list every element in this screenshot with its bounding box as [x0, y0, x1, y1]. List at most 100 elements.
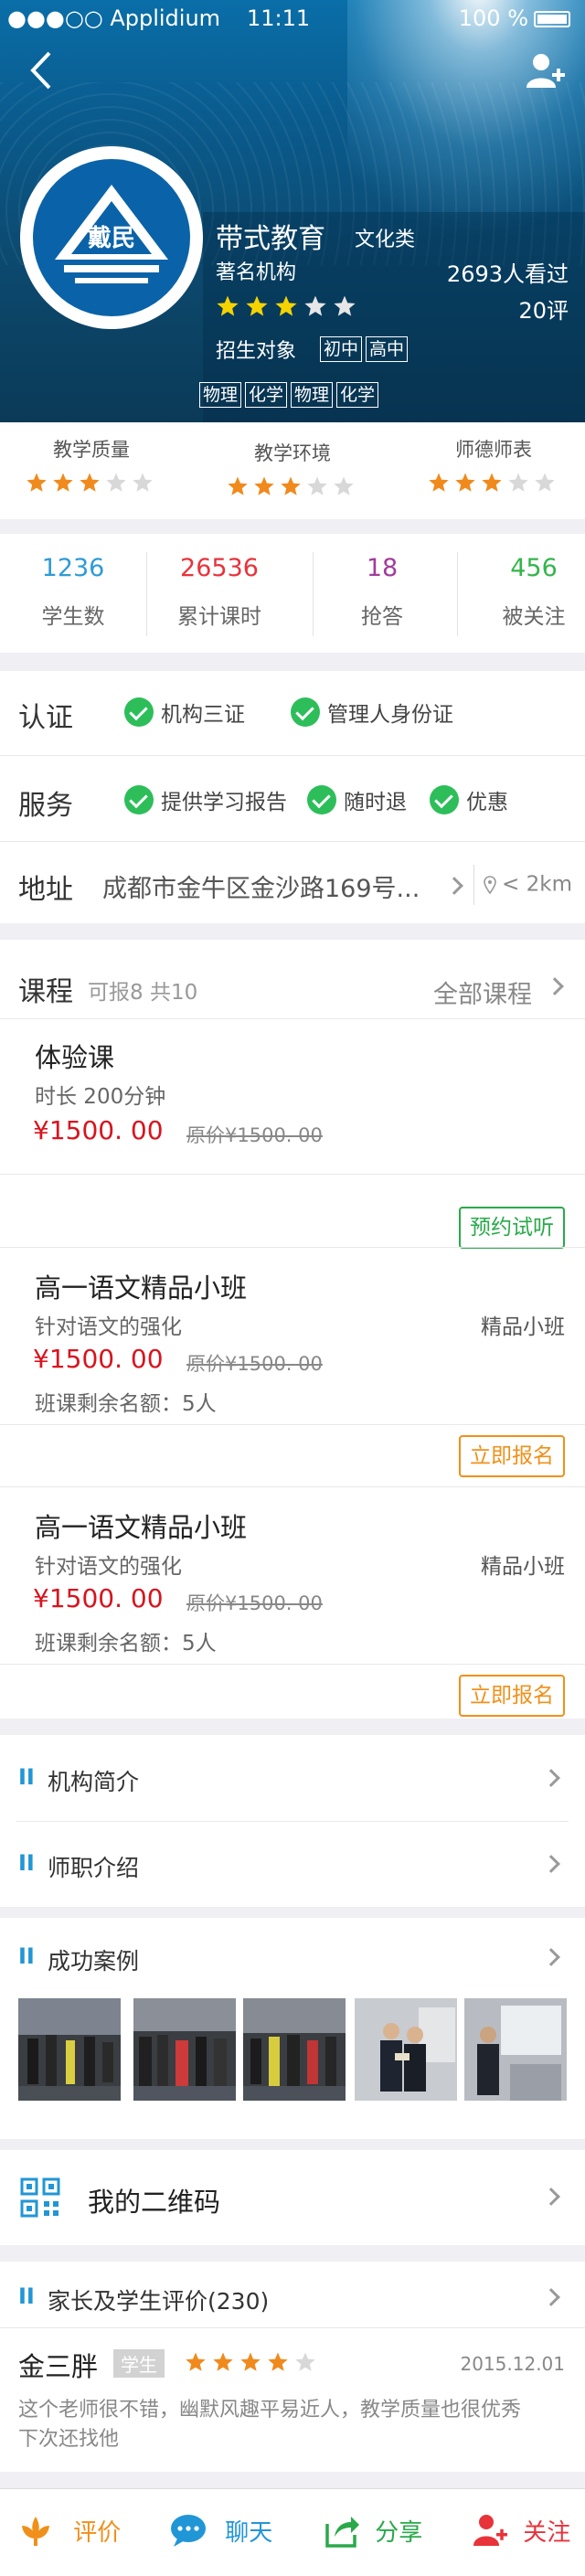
- subject-tags: 物理 化学 物理 化学: [199, 382, 382, 408]
- share-button[interactable]: 分享: [324, 2513, 422, 2548]
- ratings-panel: 教学质量 教学环境 师德师表: [0, 422, 585, 519]
- star-filled-icon: [246, 295, 268, 316]
- tag: 初中: [320, 336, 363, 362]
- tag: 化学: [336, 382, 379, 408]
- battery-indicator: 100 %: [459, 0, 570, 37]
- divider: [0, 841, 585, 842]
- service-item: 随时退: [307, 784, 407, 815]
- reviews-header[interactable]: II 家长及学生评价(230): [0, 2262, 585, 2327]
- my-qrcode-link[interactable]: 我的二维码: [0, 2150, 585, 2245]
- course-desc: 针对语文的强化: [35, 1315, 182, 1339]
- review-text-line2: 下次还找他: [18, 2428, 120, 2451]
- view-count: 2693人看过: [446, 261, 569, 287]
- chevron-right-icon: [542, 1769, 560, 1787]
- case-photo[interactable]: [355, 1998, 457, 2101]
- rating-teaching-quality: 教学质量: [0, 435, 183, 494]
- star-rating: [201, 475, 384, 497]
- check-icon: [307, 785, 336, 814]
- star-filled-icon: [275, 295, 297, 316]
- course-remaining: 班课剩余名额：5人: [35, 1392, 217, 1416]
- star-empty-icon: [295, 2352, 315, 2371]
- section-marker-icon: II: [18, 1764, 35, 1790]
- stat-students: 1236 学生数: [41, 554, 105, 629]
- star-filled-icon: [253, 476, 274, 495]
- stat-followers: 456 被关注: [502, 554, 566, 629]
- star-filled-icon: [227, 476, 248, 495]
- chevron-right-icon: [445, 877, 463, 895]
- reviewer-name: 金三胖: [18, 2351, 99, 2382]
- course-card[interactable]: 高一语文精品小班 针对语文的强化 精品小班 ¥1500. 00 原价¥1500.…: [0, 1247, 585, 1486]
- qr-code-icon: [20, 2177, 60, 2218]
- address-row[interactable]: 地址 成都市金牛区金沙路169号... < 2km: [0, 843, 585, 927]
- chevron-right-icon: [542, 2187, 560, 2206]
- case-photos: [0, 1998, 585, 2101]
- course-type: 精品小班: [481, 1315, 565, 1339]
- check-icon: [291, 697, 320, 727]
- back-icon[interactable]: [27, 49, 55, 91]
- course-remaining: 班课剩余名额：5人: [35, 1632, 217, 1655]
- qr-label: 我的二维码: [88, 2187, 221, 2218]
- section-marker-icon: II: [18, 1943, 35, 1969]
- star-empty-icon: [304, 295, 326, 316]
- divider: [0, 1664, 585, 1665]
- course-original-price: 原价¥1500. 00: [186, 1592, 323, 1614]
- enroll-button[interactable]: 立即报名: [459, 1435, 565, 1477]
- star-filled-icon: [26, 473, 47, 492]
- star-filled-icon: [213, 2352, 233, 2371]
- book-trial-button[interactable]: 预约试听: [459, 1207, 565, 1249]
- teachers-intro-link[interactable]: II 师职介绍: [0, 1821, 585, 1907]
- star-empty-icon: [306, 476, 327, 495]
- star-filled-icon: [79, 473, 100, 492]
- org-intro-link[interactable]: II 机构简介: [0, 1735, 585, 1821]
- course-desc: 时长 200分钟: [35, 1085, 166, 1109]
- course-name: 高一语文精品小班: [35, 1272, 248, 1304]
- course-card[interactable]: 高一语文精品小班 针对语文的强化 精品小班 ¥1500. 00 原价¥1500.…: [0, 1486, 585, 1719]
- course-card[interactable]: 体验课 时长 200分钟 ¥1500. 00 原价¥1500. 00 预约试听: [0, 1018, 585, 1249]
- check-icon: [124, 785, 154, 814]
- target-tags: 初中 高中: [320, 336, 411, 362]
- case-photo[interactable]: [243, 1998, 346, 2101]
- star-filled-icon: [217, 295, 239, 316]
- org-name: 带式教育: [216, 223, 325, 255]
- follow-button[interactable]: 关注: [472, 2513, 570, 2548]
- tag: 化学: [245, 382, 288, 408]
- enroll-button[interactable]: 立即报名: [459, 1675, 565, 1717]
- check-icon: [124, 697, 154, 727]
- all-courses-link[interactable]: 全部课程: [433, 974, 532, 1010]
- add-user-icon[interactable]: [525, 51, 565, 91]
- star-filled-icon: [268, 2352, 288, 2371]
- star-empty-icon: [507, 473, 528, 492]
- star-filled-icon: [240, 2352, 261, 2371]
- tag: 高中: [366, 336, 409, 362]
- success-cases-header[interactable]: II 成功案例: [0, 1918, 585, 1995]
- cert-row: 认证 机构三证 管理人身份证: [0, 671, 585, 755]
- location-pin-icon: [484, 875, 496, 894]
- chat-button[interactable]: 聊天: [170, 2513, 272, 2548]
- star-empty-icon: [333, 476, 354, 495]
- star-empty-icon: [105, 473, 126, 492]
- add-user-icon: [473, 2515, 507, 2546]
- rate-button[interactable]: 评价: [18, 2513, 121, 2548]
- case-photo[interactable]: [133, 1998, 236, 2101]
- case-photo[interactable]: [464, 1998, 567, 2101]
- info-links-panel: II 机构简介 II 师职介绍: [0, 1735, 585, 1907]
- star-empty-icon: [334, 295, 356, 316]
- course-type: 精品小班: [481, 1555, 565, 1579]
- service-row: 服务 提供学习报告 随时退 优惠: [0, 759, 585, 843]
- org-star-rating: [216, 294, 362, 318]
- rating-ethics: 师德师表: [402, 435, 585, 494]
- section-marker-icon: II: [18, 2283, 35, 2309]
- reviews-panel: II 家长及学生评价(230) 金三胖 学生 2015.12.01 这个老师很不…: [0, 2262, 585, 2472]
- case-photo[interactable]: [18, 1998, 121, 2101]
- org-logo: 戴民: [20, 146, 203, 329]
- course-desc: 针对语文的强化: [35, 1555, 182, 1579]
- star-rating: [402, 472, 585, 494]
- review-date: 2015.12.01: [460, 2353, 565, 2375]
- divider: [0, 1174, 585, 1175]
- course-original-price: 原价¥1500. 00: [186, 1353, 323, 1375]
- org-type: 著名机构: [216, 261, 297, 284]
- review-count: 20评: [518, 298, 569, 324]
- cert-item: 管理人身份证: [291, 697, 453, 728]
- divider: [0, 2327, 585, 2328]
- course-price: ¥1500. 00: [33, 1583, 164, 1613]
